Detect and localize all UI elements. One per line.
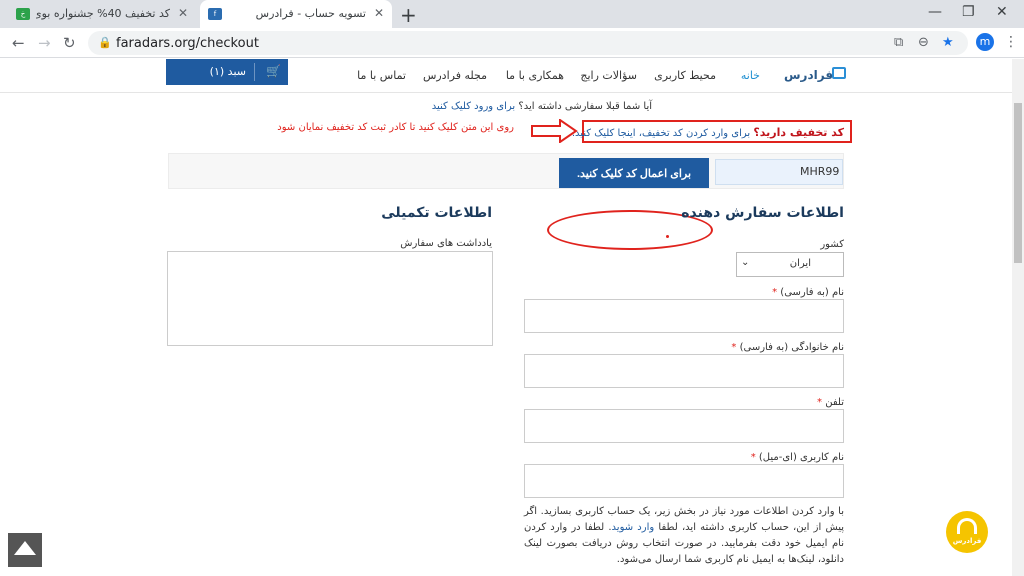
nav-cooperation[interactable]: همکاری با ما <box>506 69 564 82</box>
address-bar[interactable]: 🔒 faradars.org/checkout ⧉ ⊖ ★ <box>88 31 968 55</box>
login-question: آیا شما قبلا سفارشی داشته اید؟ <box>518 101 652 112</box>
country-value: ایران <box>789 258 811 269</box>
cart-divider <box>254 63 255 81</box>
cart-button[interactable]: سبد (۱) 🛒 <box>166 59 288 85</box>
phone-label: تلفن * <box>817 397 844 408</box>
first-name-label-text: نام (به فارسی) <box>780 287 844 298</box>
tab-title: کد تخفیف 40% جشنواره بوی ماه مهر <box>36 7 170 20</box>
required-mark: * <box>731 342 737 353</box>
email-label: نام کاربری (ای-میل) * <box>751 452 844 463</box>
nav-home[interactable]: خانه <box>741 69 760 82</box>
browser-menu-icon[interactable]: ⋮ <box>1004 34 1018 50</box>
back-icon[interactable]: ← <box>12 34 25 52</box>
account-login-link[interactable]: وارد شوید <box>612 522 655 533</box>
scroll-to-top-button[interactable] <box>8 533 42 567</box>
last-name-label: نام خانوادگی (به فارسی) * <box>731 342 844 353</box>
billing-title: اطلاعات سفارش دهنده <box>681 205 844 221</box>
cart-label: سبد (۱) <box>209 65 246 78</box>
apply-coupon-button[interactable]: برای اعمال کد کلیک کنید. <box>559 158 709 188</box>
chevron-down-icon: ⌄ <box>741 257 750 268</box>
bookmark-star-icon[interactable]: ★ <box>942 35 954 50</box>
account-note: با وارد کردن اطلاعات مورد نیاز در بخش زی… <box>524 504 844 568</box>
phone-field[interactable] <box>524 409 844 443</box>
url-text: faradars.org/checkout <box>116 36 259 51</box>
nav-faq[interactable]: سؤالات رایج <box>580 69 637 82</box>
translate-icon[interactable]: ⧉ <box>894 35 903 50</box>
support-label: فرادرس <box>952 537 982 545</box>
logo-book-icon <box>832 67 846 79</box>
close-window-icon[interactable]: ✕ <box>996 4 1008 20</box>
basket-icon: 🛒 <box>266 64 281 78</box>
decorative-dot <box>666 235 669 238</box>
coupon-toggle-highlight: کد تخفیف دارید؟ برای وارد کردن کد تخفیف،… <box>572 120 852 143</box>
tab-title: تسویه حساب - فرادرس <box>255 7 366 20</box>
login-link[interactable]: برای ورود کلیک کنید <box>432 101 515 112</box>
order-notes-label: یادداشت های سفارش <box>400 238 492 249</box>
email-field[interactable] <box>524 464 844 498</box>
nav-contact[interactable]: تماس با ما <box>357 69 406 82</box>
reload-icon[interactable]: ↻ <box>63 34 76 52</box>
required-mark: * <box>750 452 756 463</box>
coupon-question: کد تخفیف دارید؟ <box>753 126 844 139</box>
restore-icon[interactable]: ❐ <box>962 4 975 20</box>
minimize-icon[interactable]: — <box>928 4 942 20</box>
country-label: کشور <box>820 239 844 250</box>
site-nav: فرادرس خانه محیط کاربری سؤالات رایج همکا… <box>0 59 1012 93</box>
additional-title: اطلاعات تکمیلی <box>381 205 492 221</box>
profile-avatar[interactable]: m <box>976 33 994 51</box>
page-scrollbar[interactable] <box>1012 59 1024 576</box>
headset-icon <box>957 518 977 534</box>
browser-tab-checkout[interactable]: f تسویه حساب - فرادرس ✕ <box>200 0 392 28</box>
first-name-field[interactable] <box>524 299 844 333</box>
email-label-text: نام کاربری (ای-میل) <box>758 452 844 463</box>
site-logo[interactable]: فرادرس <box>784 68 833 82</box>
order-notes-textarea[interactable] <box>167 251 493 346</box>
browser-toolbar: ← → ↻ 🔒 faradars.org/checkout ⧉ ⊖ ★ m ⋮ <box>0 28 1024 58</box>
required-mark: * <box>772 287 778 298</box>
annotation-text: روی این متن کلیک کنید تا کادر ثبت کد تخف… <box>277 122 514 133</box>
site-favicon-icon: f <box>208 8 222 20</box>
required-mark: * <box>817 397 823 408</box>
zoom-icon[interactable]: ⊖ <box>918 35 929 50</box>
close-tab-icon[interactable]: ✕ <box>178 6 188 20</box>
first-name-label: نام (به فارسی) * <box>772 287 844 298</box>
login-prompt: آیا شما قبلا سفارشی داشته اید؟ برای ورود… <box>432 101 652 112</box>
nav-magazine[interactable]: مجله فرادرس <box>423 69 487 82</box>
arrow-up-icon <box>14 541 36 555</box>
site-favicon-icon: خ <box>16 8 30 20</box>
page-content: فرادرس خانه محیط کاربری سؤالات رایج همکا… <box>0 59 1012 576</box>
phone-label-text: تلفن <box>825 397 844 408</box>
annotation-arrow-icon <box>531 119 578 143</box>
coupon-toggle-link[interactable]: برای وارد کردن کد تخفیف، اینجا کلیک کنید… <box>572 128 750 139</box>
coupon-code-input[interactable]: MHR99 <box>715 159 843 185</box>
scrollbar-thumb[interactable] <box>1014 103 1022 263</box>
browser-tab-offer[interactable]: خ کد تخفیف 40% جشنواره بوی ماه مهر ✕ <box>8 0 196 28</box>
browser-tabstrip: خ کد تخفیف 40% جشنواره بوی ماه مهر ✕ f ت… <box>0 0 1024 28</box>
new-tab-button[interactable]: + <box>400 3 417 27</box>
last-name-field[interactable] <box>524 354 844 388</box>
lock-icon[interactable]: 🔒 <box>98 36 112 49</box>
forward-icon[interactable]: → <box>38 34 51 52</box>
country-select[interactable]: ایران ⌄ <box>736 252 844 277</box>
last-name-label-text: نام خانوادگی (به فارسی) <box>739 342 844 353</box>
coupon-form: MHR99 برای اعمال کد کلیک کنید. <box>168 153 844 189</box>
nav-user-area[interactable]: محیط کاربری <box>654 69 716 82</box>
close-tab-icon[interactable]: ✕ <box>374 6 384 20</box>
support-chat-button[interactable]: فرادرس <box>946 511 988 553</box>
